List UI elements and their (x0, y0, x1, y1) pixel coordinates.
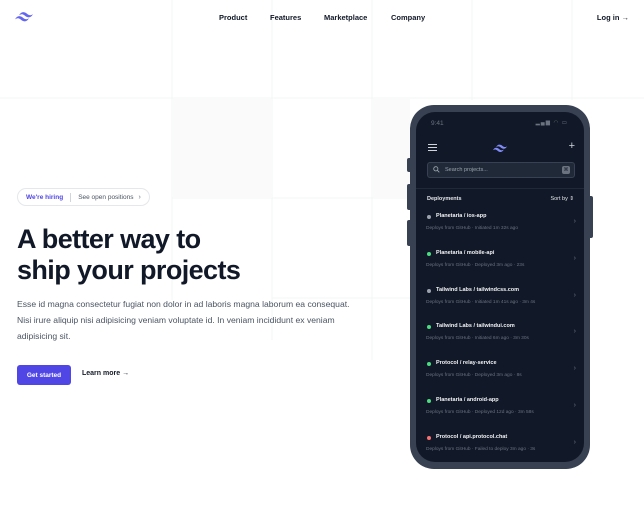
deployment-row[interactable]: Tailwind Labs / tailwindui.com Deploys f… (416, 320, 584, 357)
nav-features[interactable]: Features (270, 13, 301, 22)
deployment-row[interactable]: Planetaria / ios-app Deploys from GitHub… (416, 210, 584, 247)
page-title: A better way to ship your projects (17, 224, 241, 286)
nav-company[interactable]: Company (391, 13, 425, 22)
deployment-project: Protocol / api.protocol.chat (436, 434, 508, 440)
deployment-row[interactable]: Protocol / api.protocol.chat Deploys fro… (416, 431, 584, 462)
status-dot (427, 436, 431, 440)
learn-more-link[interactable]: Learn more → (82, 370, 129, 377)
deployment-project: Protocol / relay-service (436, 360, 497, 366)
deployment-project: Tailwind Labs / tailwindcss.com (436, 287, 520, 293)
deployment-project: Tailwind Labs / tailwindui.com (436, 323, 515, 329)
chevron-right-icon: › (573, 292, 576, 299)
status-dot (427, 252, 431, 256)
sort-button[interactable]: Sort by ⇕ (550, 196, 574, 202)
status-dot (427, 215, 431, 219)
deployment-meta: Deploys from GitHub · Initiated 6m ago ·… (426, 336, 529, 341)
deployment-row[interactable]: Planetaria / mobile-api Deploys from Git… (416, 247, 584, 284)
chevron-right-icon: › (573, 365, 576, 372)
hiring-badge[interactable]: We're hiring See open positions › (17, 188, 150, 206)
tailwind-logo-icon (492, 144, 508, 152)
chevron-right-icon: › (573, 402, 576, 409)
deployment-project: Planetaria / mobile-api (436, 250, 495, 256)
chevron-right-icon: › (573, 439, 576, 446)
deployment-meta: Deploys from GitHub · Deployed 3m ago · … (426, 263, 525, 268)
status-dot (427, 325, 431, 329)
search-placeholder: Search projects... (445, 167, 488, 173)
deployment-meta: Deploys from GitHub · Initiated 1m 32s a… (426, 226, 518, 231)
status-dot (427, 362, 431, 366)
phone-screen: 9:41 ▂▄▆ ◠ ▭ + Search projects... ⌘ Depl… (416, 112, 584, 462)
divider (416, 188, 584, 189)
status-icons: ▂▄▆ ◠ ▭ (535, 120, 568, 126)
deployment-meta: Deploys from GitHub · Deployed 3m ago · … (426, 373, 522, 378)
chevron-right-icon: › (138, 193, 141, 201)
deployment-meta: Deploys from GitHub · Initiated 1m 41s a… (426, 300, 536, 305)
headline-line-1: A better way to (17, 224, 201, 254)
phone-mockup: 9:41 ▂▄▆ ◠ ▭ + Search projects... ⌘ Depl… (410, 105, 590, 469)
hero-description: Esse id magna consectetur fugiat non dol… (17, 299, 350, 341)
chevron-right-icon: › (573, 328, 576, 335)
deployment-row[interactable]: Tailwind Labs / tailwindcss.com Deploys … (416, 284, 584, 321)
deployment-row[interactable]: Protocol / relay-service Deploys from Gi… (416, 357, 584, 394)
shortcut-key-icon: ⌘ (562, 166, 570, 174)
nav-marketplace[interactable]: Marketplace (324, 13, 367, 22)
hiring-badge-highlight: We're hiring (26, 193, 64, 201)
search-icon (433, 166, 440, 173)
deployment-project: Planetaria / ios-app (436, 213, 487, 219)
status-time: 9:41 (431, 120, 444, 127)
deployment-row[interactable]: Planetaria / android-app Deploys from Gi… (416, 394, 584, 431)
open-positions-link[interactable]: See open positions (78, 194, 133, 201)
search-input[interactable]: Search projects... ⌘ (427, 162, 575, 178)
chevron-right-icon: › (573, 255, 576, 262)
site-header: Product Features Marketplace Company Log… (0, 0, 644, 36)
get-started-button[interactable]: Get started (17, 365, 71, 385)
status-dot (427, 399, 431, 403)
deployment-meta: Deploys from GitHub · Failed to deploy 3… (426, 447, 536, 452)
deployment-project: Planetaria / android-app (436, 397, 499, 403)
status-dot (427, 289, 431, 293)
headline-line-2: ship your projects (17, 255, 241, 285)
add-icon[interactable]: + (569, 140, 575, 152)
chevron-right-icon: › (573, 218, 576, 225)
badge-divider (70, 192, 72, 202)
login-link[interactable]: Log in → (597, 13, 629, 22)
menu-icon[interactable] (428, 144, 437, 151)
nav-product[interactable]: Product (219, 13, 247, 22)
tailwind-logo-icon[interactable] (14, 10, 34, 24)
deployments-heading: Deployments (427, 196, 462, 202)
deployment-meta: Deploys from GitHub · Deployed 12d ago ·… (426, 410, 534, 415)
